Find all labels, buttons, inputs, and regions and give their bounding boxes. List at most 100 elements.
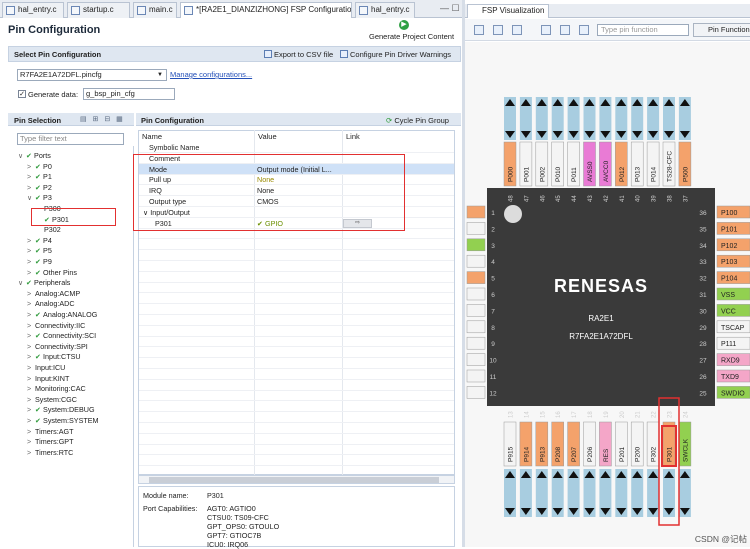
tree-item[interactable]: ∨ ✔ Ports <box>18 151 51 160</box>
window-buttons[interactable]: — ☐ <box>440 3 460 14</box>
export-csv-button[interactable]: Export to CSV file <box>264 50 333 59</box>
pin-label-box[interactable] <box>466 304 486 317</box>
tree-item[interactable]: > Timers:RTC <box>27 448 73 457</box>
tree-item[interactable]: > ✔ P1 <box>27 172 52 181</box>
play-icon[interactable]: ▶ <box>399 20 409 30</box>
pin-label-box[interactable] <box>466 320 486 334</box>
pin-label-box[interactable] <box>466 336 486 350</box>
pin-label-box[interactable] <box>466 222 486 235</box>
expand-icon[interactable]: > <box>27 331 35 340</box>
tree-item[interactable]: > Timers:GPT <box>27 437 73 446</box>
pin-label-box[interactable] <box>466 287 486 301</box>
expand-icon[interactable]: > <box>27 257 35 266</box>
expand-icon[interactable]: > <box>27 374 35 383</box>
tree-toolbar-icons[interactable]: ▤ ⊞ ⊟ ▦ <box>80 115 125 123</box>
tree-item[interactable]: ∨ ✔ Peripherals <box>18 278 70 287</box>
expand-icon[interactable]: > <box>27 172 35 181</box>
tree-item[interactable]: > Timers:AGT <box>27 427 73 436</box>
tree-item[interactable]: > ✔ P0 <box>27 162 52 171</box>
expand-icon[interactable]: > <box>27 427 35 436</box>
tree-item[interactable]: > ✔ Other Pins <box>27 268 77 277</box>
scrollbar-thumb[interactable] <box>149 477 439 483</box>
configure-warnings-button[interactable]: Configure Pin Driver Warnings <box>340 50 451 59</box>
tree-item[interactable]: > Analog:ADC <box>27 299 75 308</box>
tree-item[interactable]: > Analog:ACMP <box>27 289 80 298</box>
expand-icon[interactable]: > <box>27 289 35 298</box>
tree-item[interactable]: P302 <box>36 225 61 234</box>
expand-icon[interactable]: > <box>27 395 35 404</box>
warning-settings-icon <box>340 50 348 58</box>
editor-tab[interactable]: hal_entry.c <box>355 2 415 18</box>
export-image-icon[interactable] <box>560 25 570 35</box>
print-icon[interactable] <box>579 25 589 35</box>
cycle-pin-group-button[interactable]: ⟳ Cycle Pin Group <box>386 116 449 125</box>
tree-item[interactable]: > Connectivity:SPI <box>27 342 88 351</box>
pin-label-box[interactable] <box>466 386 486 399</box>
expand-icon[interactable]: > <box>27 405 35 414</box>
pin-function-search[interactable]: Type pin function <box>597 24 689 36</box>
viz-tab[interactable]: FSP Visualization <box>467 4 550 18</box>
pin-function-button[interactable]: Pin Function <box>693 23 750 37</box>
expand-icon[interactable]: > <box>27 236 35 245</box>
generate-data-input[interactable]: g_bsp_pin_cfg <box>83 88 175 100</box>
expand-icon[interactable]: > <box>27 342 35 351</box>
expand-icon[interactable]: > <box>27 268 35 277</box>
chip-name: RA2E1 <box>588 314 614 323</box>
expand-icon[interactable]: > <box>27 384 35 393</box>
pin-label-box[interactable] <box>466 238 486 252</box>
tree-item[interactable]: > ✔ P5 <box>27 246 52 255</box>
expand-icon[interactable]: > <box>27 183 35 192</box>
generate-data-checkbox[interactable]: ✓ <box>18 90 26 98</box>
tree-item[interactable]: > ✔ Input:CTSU <box>27 352 81 361</box>
expand-icon[interactable]: > <box>27 299 35 308</box>
column-header-value[interactable]: Value <box>258 132 277 141</box>
expand-icon[interactable]: > <box>27 448 35 457</box>
tree-item[interactable]: > Connectivity:IIC <box>27 321 85 330</box>
editor-tab[interactable]: hal_entry.c <box>2 2 64 18</box>
tree-item[interactable]: > ✔ System:DEBUG <box>27 405 95 414</box>
tree-item[interactable]: > ✔ Analog:ANALOG <box>27 310 97 319</box>
column-header-link[interactable]: Link <box>346 132 360 141</box>
tree-item[interactable]: > Input:ICU <box>27 363 65 372</box>
editor-tab[interactable]: startup.c <box>67 2 130 18</box>
column-header-name[interactable]: Name <box>142 132 162 141</box>
pin-label-box[interactable] <box>466 254 486 268</box>
expand-icon[interactable]: ∨ <box>18 151 26 160</box>
tree-item[interactable]: > ✔ P9 <box>27 257 52 266</box>
tree-item[interactable]: > System:CGC <box>27 395 77 404</box>
expand-icon[interactable]: > <box>27 310 35 319</box>
pin-number: 5 <box>491 276 495 283</box>
expand-icon[interactable]: > <box>27 363 35 372</box>
expand-icon[interactable]: > <box>27 246 35 255</box>
filter-input[interactable]: Type filter text <box>17 133 124 145</box>
grid-line <box>139 335 454 337</box>
fit-icon[interactable] <box>474 25 484 35</box>
editor-tab[interactable]: *[RA2E1_DIANZIZHONG] FSP Configuration✕ <box>180 2 352 18</box>
zoom-in-icon[interactable] <box>493 25 503 35</box>
tree-item[interactable]: > ✔ System:SYSTEM <box>27 416 99 425</box>
expand-icon[interactable]: > <box>27 437 35 446</box>
expand-icon[interactable]: > <box>27 352 35 361</box>
rotate-icon[interactable] <box>541 25 551 35</box>
pin-label-box[interactable] <box>466 369 486 383</box>
pin-label-box[interactable] <box>466 205 486 219</box>
zoom-out-icon[interactable] <box>512 25 522 35</box>
pin-label-box[interactable] <box>466 353 486 366</box>
expand-icon[interactable]: > <box>27 321 35 330</box>
editor-tab[interactable]: main.c <box>133 2 177 18</box>
tree-item[interactable]: > ✔ Connectivity:SCI <box>27 331 96 340</box>
generate-project-button[interactable]: Generate Project Content <box>369 32 454 41</box>
pin-config-select[interactable]: R7FA2E1A72DFL.pincfg ▼ <box>17 69 167 81</box>
expand-icon[interactable]: > <box>27 162 35 171</box>
tree-item[interactable]: ∨ ✔ P3 <box>27 193 52 202</box>
expand-icon[interactable]: ∨ <box>18 278 26 287</box>
manage-configurations-link[interactable]: Manage configurations... <box>170 70 252 79</box>
horizontal-scrollbar[interactable] <box>138 475 455 484</box>
expand-icon[interactable]: > <box>27 416 35 425</box>
pin-label-box[interactable] <box>466 271 486 284</box>
expand-icon[interactable]: ∨ <box>27 193 35 202</box>
tree-item[interactable]: > ✔ P2 <box>27 183 52 192</box>
tree-item[interactable]: > ✔ P4 <box>27 236 52 245</box>
tree-item[interactable]: > Input:KINT <box>27 374 69 383</box>
tree-item[interactable]: > Monitoring:CAC <box>27 384 86 393</box>
